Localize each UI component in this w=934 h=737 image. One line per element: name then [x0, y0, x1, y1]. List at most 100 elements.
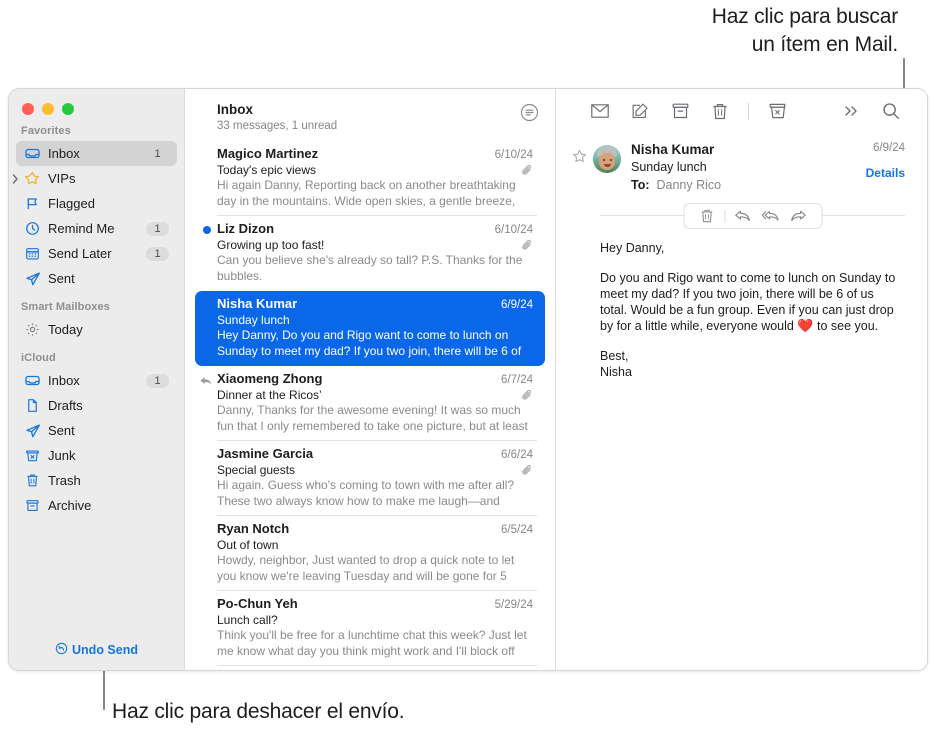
sidebar-item-label: Sent: [48, 423, 75, 438]
sidebar-mailbox-list[interactable]: Favorites Inbox 1 VIPs Flagged Remind Me…: [9, 111, 184, 642]
attachment-icon: [521, 389, 533, 402]
star-icon[interactable]: [572, 149, 587, 164]
filter-icon[interactable]: [520, 103, 539, 122]
sidebar-item-count: 1: [146, 373, 169, 388]
chevron-right-icon[interactable]: [10, 173, 20, 184]
sidebar-section-header: Smart Mailboxes: [21, 301, 110, 313]
sidebar-item-junk[interactable]: Junk: [16, 443, 177, 468]
message-rows[interactable]: Magico Martinez 6/10/24 Today's epic vie…: [185, 133, 555, 670]
sidebar-item-label: Inbox: [48, 146, 80, 161]
message-subject: Special guests: [217, 463, 296, 477]
sidebar-item-count: [146, 405, 169, 407]
message-date: 6/6/24: [501, 449, 533, 461]
message-subject: Today's epic views: [217, 163, 316, 177]
attachment-icon: [521, 164, 533, 177]
message-subject: Growing up too fast!: [217, 238, 325, 252]
mark-unread-icon[interactable]: [580, 98, 620, 124]
toolbar-divider: [748, 102, 749, 120]
table-row[interactable]: Nisha Kumar 6/9/24 Sunday lunch Hey Dann…: [195, 291, 545, 366]
sidebar-item-send-later[interactable]: Send Later 1: [16, 241, 177, 266]
chevron-double-right-icon[interactable]: [831, 98, 871, 124]
message-sender: Jasmine Garcia: [217, 446, 314, 461]
mail-window: Favorites Inbox 1 VIPs Flagged Remind Me…: [8, 88, 928, 671]
sidebar-item-label: Archive: [48, 498, 92, 513]
message-sender: Ryan Notch: [217, 521, 290, 536]
sidebar-item-remind-me[interactable]: Remind Me 1: [16, 216, 177, 241]
junk-icon[interactable]: [757, 98, 797, 124]
sidebar-item-count: 1: [146, 246, 169, 261]
message-date: 6/7/24: [501, 374, 533, 386]
message-sender: Magico Martinez: [217, 146, 319, 161]
message-header: Nisha Kumar Sunday lunch To: Danny Rico …: [556, 133, 927, 194]
forward-icon[interactable]: [784, 205, 812, 227]
sidebar-item-vips[interactable]: VIPs: [12, 166, 177, 191]
sidebar-group-icloud: iCloud Inbox 1 Drafts Sent Junk Trash Ar…: [9, 352, 184, 518]
trash-icon[interactable]: [693, 205, 721, 227]
table-row[interactable]: Jasmine Garcia 6/6/24 Special guests Hi …: [195, 441, 545, 516]
unread-indicator-icon: [203, 226, 211, 234]
message-list-pane: Inbox 33 messages, 1 unread Magico Marti…: [185, 89, 556, 670]
search-icon[interactable]: [871, 98, 911, 124]
window-traffic-lights: [9, 89, 184, 115]
sidebar-item-icloud-inbox[interactable]: Inbox 1: [16, 368, 177, 393]
sidebar-item-label: Junk: [48, 448, 76, 463]
message-preview: Howdy, neighbor, Just wanted to drop a q…: [217, 553, 515, 583]
table-row[interactable]: Magico Martinez 6/10/24 Today's epic vie…: [195, 141, 545, 216]
table-row[interactable]: Po-Chun Yeh 5/29/24 Lunch call? Think yo…: [195, 591, 545, 666]
sidebar-group-smart-mailboxes: Smart Mailboxes Today: [9, 301, 184, 342]
trash-icon[interactable]: [700, 98, 740, 124]
details-link[interactable]: Details: [866, 166, 905, 180]
to-label: To:: [631, 178, 650, 192]
sidebar-item-flagged[interactable]: Flagged: [16, 191, 177, 216]
body-signature: Best, Nisha: [600, 348, 897, 380]
paper-plane-icon: [24, 422, 41, 439]
heart-icon: ❤️: [797, 318, 814, 333]
message-recipient: To: Danny Rico: [631, 177, 866, 194]
body-paragraph-part-2: to see you.: [813, 319, 879, 333]
message-subject: Sunday lunch: [631, 160, 707, 174]
signature-name: Nisha: [600, 365, 632, 379]
hover-toolbar-divider: [724, 209, 725, 223]
sidebar-item-count: [146, 455, 169, 457]
sidebar-item-label: Sent: [48, 271, 75, 286]
sidebar-item-count: [146, 278, 169, 280]
sidebar-item-today[interactable]: Today: [16, 317, 177, 342]
sidebar-item-label: Drafts: [48, 398, 83, 413]
message-sender: Po-Chun Yeh: [217, 596, 298, 611]
message-preview: Think you'll be free for a lunchtime cha…: [217, 628, 527, 658]
callout-search-text: Haz clic para buscar un ítem en Mail.: [711, 5, 898, 56]
sidebar-item-count: [146, 203, 169, 205]
body-paragraph: Do you and Rigo want to come to lunch on…: [600, 270, 897, 334]
message-date: 5/29/24: [494, 599, 533, 611]
star-icon: [24, 170, 41, 187]
message-date: 6/10/24: [494, 224, 533, 236]
sidebar-item-archive[interactable]: Archive: [16, 493, 177, 518]
sidebar-item-label: Trash: [48, 473, 81, 488]
sidebar-item-sent[interactable]: Sent: [16, 266, 177, 291]
sidebar-item-label: Today: [48, 322, 83, 337]
undo-arrow-icon: [55, 642, 68, 658]
sidebar-item-count: [146, 505, 169, 507]
table-row[interactable]: Xiaomeng Zhong 6/7/24 Dinner at the Rico…: [195, 366, 545, 441]
sidebar-item-drafts[interactable]: Drafts: [16, 393, 177, 418]
message-header-text: Nisha Kumar Sunday lunch To: Danny Rico: [631, 141, 866, 194]
reply-icon[interactable]: [728, 205, 756, 227]
sidebar-item-count: 1: [154, 147, 161, 160]
message-date: 6/5/24: [501, 524, 533, 536]
reply-all-icon[interactable]: [756, 205, 784, 227]
document-icon: [24, 397, 41, 414]
sidebar-item-trash[interactable]: Trash: [16, 468, 177, 493]
sidebar-item-icloud-sent[interactable]: Sent: [16, 418, 177, 443]
sidebar-item-inbox[interactable]: Inbox 1: [16, 141, 177, 166]
compose-icon[interactable]: [620, 98, 660, 124]
message-date: 6/9/24: [501, 299, 533, 311]
message-subject: Dinner at the Ricos’: [217, 388, 322, 402]
table-row[interactable]: Ryan Notch 6/5/24 Out of town Howdy, nei…: [195, 516, 545, 591]
undo-send-button[interactable]: Undo Send: [9, 642, 184, 670]
undo-send-label: Undo Send: [72, 643, 138, 657]
table-row[interactable]: Liz Dizon 6/10/24 Growing up too fast! C…: [195, 216, 545, 291]
message-list-title: Inbox: [217, 102, 253, 117]
message-detail-pane: Nisha Kumar Sunday lunch To: Danny Rico …: [556, 89, 927, 670]
archive-icon[interactable]: [660, 98, 700, 124]
body-greeting: Hey Danny,: [600, 241, 665, 255]
